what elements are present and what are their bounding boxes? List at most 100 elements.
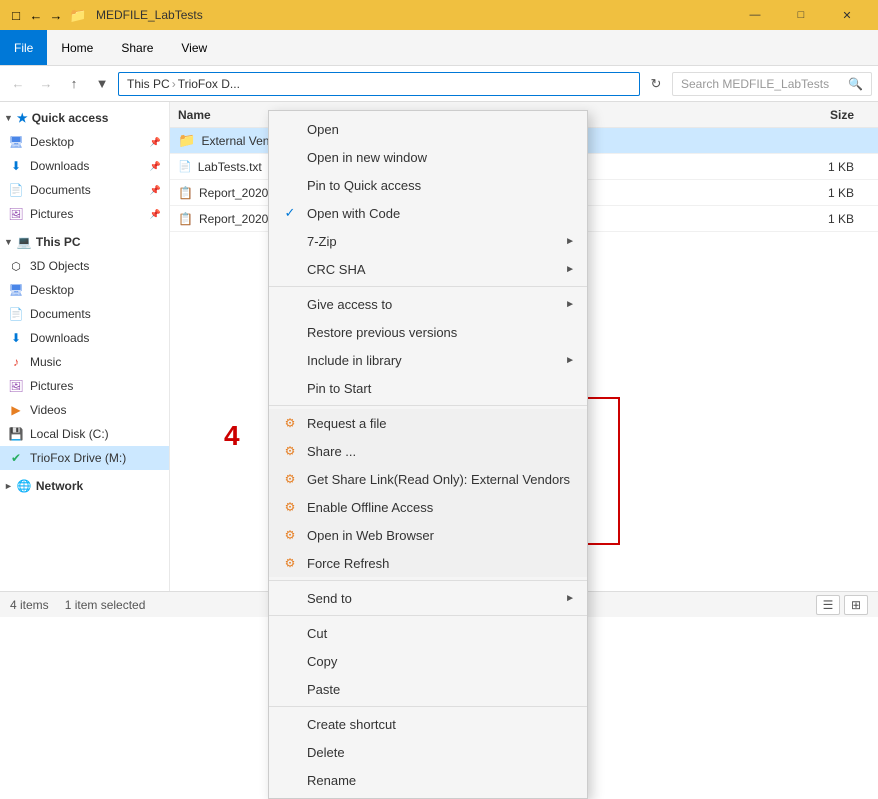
col-size-header: Size xyxy=(790,108,870,122)
sidebar-item-documents2[interactable]: 📄 Documents xyxy=(0,302,169,326)
quick-access-icon: □ xyxy=(8,7,24,23)
sidebar-item-desktop[interactable]: 🖥 Desktop 📌 xyxy=(0,130,169,154)
sidebar-item-pictures[interactable]: 🖼 Pictures 📌 xyxy=(0,202,169,226)
ctx-force-refresh[interactable]: ⚙ Force Refresh xyxy=(269,549,587,577)
sidebar-item-documents[interactable]: 📄 Documents 📌 xyxy=(0,178,169,202)
ctx-crcsha[interactable]: CRC SHA ► xyxy=(269,255,587,283)
ctx-paste-label: Paste xyxy=(307,682,340,697)
7zip-arrow: ► xyxy=(565,236,575,247)
sidebar-item-triofox[interactable]: ✔ TrioFox Drive (M:) xyxy=(0,446,169,470)
refresh-button[interactable]: ↻ xyxy=(644,72,668,96)
ctx-open-code-label: Open with Code xyxy=(307,206,400,221)
ctx-paste[interactable]: Paste xyxy=(269,675,587,703)
3dobjects-icon: ⬡ xyxy=(8,258,24,274)
ctx-give-access[interactable]: Give access to ► xyxy=(269,290,587,318)
recent-button[interactable]: ▼ xyxy=(90,72,114,96)
ctx-get-share-link[interactable]: ⚙ Get Share Link(Read Only): External Ve… xyxy=(269,465,587,493)
sidebar-label-downloads: Downloads xyxy=(30,159,89,173)
ctx-request-file[interactable]: ⚙ Request a file xyxy=(269,409,587,437)
sidebar-item-localdisk[interactable]: 💾 Local Disk (C:) xyxy=(0,422,169,446)
network-label: Network xyxy=(36,479,83,493)
copy-icon xyxy=(281,652,299,670)
code-check-icon: ✓ xyxy=(281,204,299,222)
back-button[interactable]: ← xyxy=(6,72,30,96)
ctx-7zip[interactable]: 7-Zip ► xyxy=(269,227,587,255)
up-button[interactable]: ↑ xyxy=(62,72,86,96)
sidebar-item-music[interactable]: ♪ Music xyxy=(0,350,169,374)
ctx-create-shortcut[interactable]: Create shortcut xyxy=(269,710,587,738)
ctx-7zip-label: 7-Zip xyxy=(307,234,337,249)
give-access-icon xyxy=(281,295,299,313)
close-button[interactable]: ✕ xyxy=(824,0,870,30)
desktop-icon: 🖥 xyxy=(8,134,24,150)
ctx-open-web[interactable]: ⚙ Open in Web Browser xyxy=(269,521,587,549)
selection-count: 1 item selected xyxy=(65,598,146,612)
sidebar-label-music: Music xyxy=(30,355,61,369)
sidebar-item-3dobjects[interactable]: ⬡ 3D Objects xyxy=(0,254,169,278)
ctx-enable-offline[interactable]: ⚙ Enable Offline Access xyxy=(269,493,587,521)
ribbon-tab-share[interactable]: Share xyxy=(107,30,167,65)
search-icon: 🔍 xyxy=(848,77,863,91)
pin-quick-icon xyxy=(281,176,299,194)
ctx-request-file-label: Request a file xyxy=(307,416,387,431)
forward-button[interactable]: → xyxy=(34,72,58,96)
sep1 xyxy=(269,286,587,287)
network-header[interactable]: ► 🌐 Network xyxy=(0,474,169,498)
ctx-pin-start[interactable]: Pin to Start xyxy=(269,374,587,402)
ctx-share[interactable]: ⚙ Share ... xyxy=(269,437,587,465)
search-box[interactable]: Search MEDFILE_LabTests 🔍 xyxy=(672,72,872,96)
sidebar-item-downloads2[interactable]: ⬇ Downloads xyxy=(0,326,169,350)
ribbon-tab-home[interactable]: Home xyxy=(47,30,107,65)
sidebar-item-pictures2[interactable]: 🖼 Pictures xyxy=(0,374,169,398)
folder-icon: 📁 xyxy=(70,7,86,23)
ctx-send-to[interactable]: Send to ► xyxy=(269,584,587,612)
address-path[interactable]: This PC › TrioFox D... xyxy=(118,72,640,96)
documents2-icon: 📄 xyxy=(8,306,24,322)
ctx-open[interactable]: Open xyxy=(269,115,587,143)
ctx-open-web-label: Open in Web Browser xyxy=(307,528,434,543)
ctx-pin-quick-label: Pin to Quick access xyxy=(307,178,421,193)
this-pc-header[interactable]: ▼ 💻 This PC xyxy=(0,230,169,254)
quick-access-header[interactable]: ▼ ★ Quick access xyxy=(0,106,169,130)
ctx-copy[interactable]: Copy xyxy=(269,647,587,675)
ctx-get-share-link-label: Get Share Link(Read Only): External Vend… xyxy=(307,472,570,487)
delete-icon xyxy=(281,743,299,761)
details-view-button[interactable]: ☰ xyxy=(816,595,840,615)
sidebar-item-downloads[interactable]: ⬇ Downloads 📌 xyxy=(0,154,169,178)
share-icon: ⚙ xyxy=(281,442,299,460)
sidebar: ▼ ★ Quick access 🖥 Desktop 📌 ⬇ Downloads… xyxy=(0,102,170,591)
ribbon-tab-file[interactable]: File xyxy=(0,30,47,65)
sidebar-label-3d: 3D Objects xyxy=(30,259,89,273)
ctx-include-lib[interactable]: Include in library ► xyxy=(269,346,587,374)
sidebar-label-localdisk: Local Disk (C:) xyxy=(30,427,109,441)
sidebar-label-pictures: Pictures xyxy=(30,207,73,221)
crcsha-icon xyxy=(281,260,299,278)
ribbon-tab-view[interactable]: View xyxy=(167,30,221,65)
ctx-open-code[interactable]: ✓ Open with Code xyxy=(269,199,587,227)
sep3 xyxy=(269,580,587,581)
crcsha-arrow: ► xyxy=(565,264,575,275)
ctx-cut[interactable]: Cut xyxy=(269,619,587,647)
ctx-rename-label: Rename xyxy=(307,773,356,788)
ctx-restore[interactable]: Restore previous versions xyxy=(269,318,587,346)
file-size-report2: 1 KB xyxy=(790,212,870,226)
sidebar-label-pictures2: Pictures xyxy=(30,379,73,393)
rename-icon xyxy=(281,771,299,789)
ctx-open-new-window[interactable]: Open in new window xyxy=(269,143,587,171)
request-file-icon: ⚙ xyxy=(281,414,299,432)
folder-icon-extvendors: 📁 xyxy=(178,132,195,149)
ctx-pin-quick[interactable]: Pin to Quick access xyxy=(269,171,587,199)
ctx-rename[interactable]: Rename xyxy=(269,766,587,794)
chevron-pc-icon: ▼ xyxy=(4,237,13,247)
ctx-copy-label: Copy xyxy=(307,654,337,669)
tiles-view-button[interactable]: ⊞ xyxy=(844,595,868,615)
sidebar-item-videos[interactable]: ▶ Videos xyxy=(0,398,169,422)
maximize-button[interactable]: □ xyxy=(778,0,824,30)
section-number-badge: 4 xyxy=(224,420,240,452)
shortcut-icon xyxy=(281,715,299,733)
sidebar-item-desktop2[interactable]: 🖥 Desktop xyxy=(0,278,169,302)
ctx-delete[interactable]: Delete xyxy=(269,738,587,766)
pin-icon-dl: 📌 xyxy=(150,161,161,172)
chevron-net-icon: ► xyxy=(4,481,13,491)
minimize-button[interactable]: — xyxy=(732,0,778,30)
